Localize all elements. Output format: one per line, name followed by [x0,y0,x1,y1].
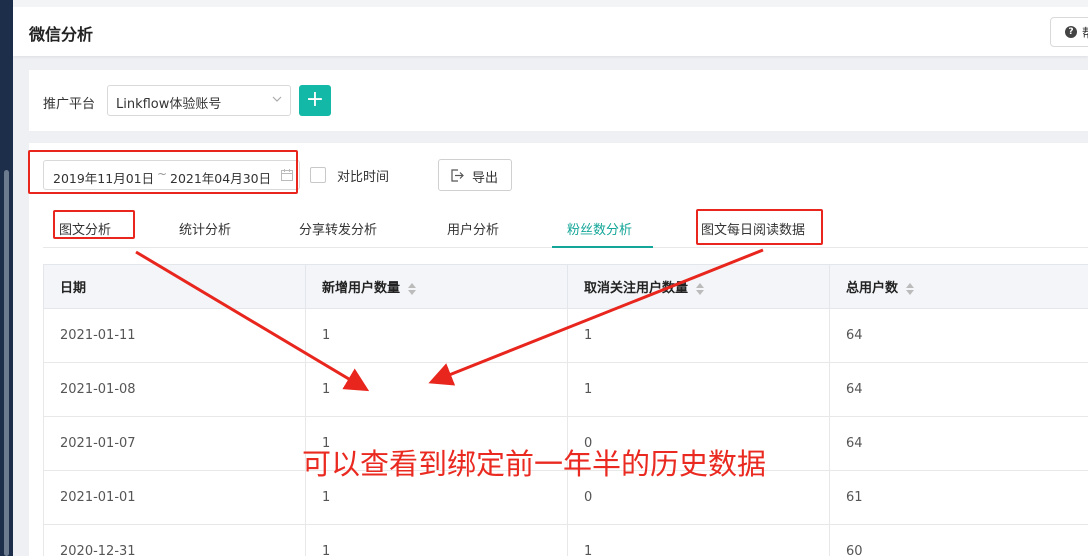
tab-statistics-analysis[interactable]: 统计分析 [179,219,231,238]
table-row: 2021-01-08 1 1 64 [43,362,1088,417]
question-icon: ? [1065,26,1077,38]
table-row: 2021-01-11 1 1 64 [43,308,1088,363]
platform-label: 推广平台 [43,97,96,112]
cell-date: 2020-12-31 [43,524,306,556]
sort-icon[interactable] [408,282,417,295]
fans-data-table: 日期 新增用户数量 取消关注用户数量 总用户数 2021-01-11 1 1 64 2… [43,264,1088,556]
cell-new-users: 1 [305,362,568,417]
annotation-text: 可以查看到绑定前一年半的历史数据 [302,447,767,481]
page-title: 微信分析 [29,25,94,44]
help-label: 帮 [1082,24,1088,41]
cell-date: 2021-01-08 [43,362,306,417]
tab-fans-analysis[interactable]: 粉丝数分析 [567,219,632,238]
table-header-row: 日期 新增用户数量 取消关注用户数量 总用户数 [43,264,1088,309]
cell-total-users: 64 [829,416,1088,471]
cell-total-users: 60 [829,524,1088,556]
highlight-daily-read-tab [696,209,823,245]
platform-select[interactable]: Linkflow体验账号 [107,85,291,116]
cell-total-users: 64 [829,362,1088,417]
export-button[interactable]: 导出 [438,159,512,191]
column-header-total-users[interactable]: 总用户数 [829,264,1088,309]
filter-card: 推广平台 Linkflow体验账号 + [29,70,1088,131]
chevron-down-icon [272,96,282,102]
left-sidebar [0,0,13,556]
export-icon [451,169,464,182]
column-header-new-users[interactable]: 新增用户数量 [305,264,568,309]
column-header-date: 日期 [43,264,306,309]
platform-select-value: Linkflow体验账号 [116,97,222,112]
table-row: 2020-12-31 1 1 60 [43,524,1088,556]
active-tab-indicator [552,246,653,248]
export-label: 导出 [472,171,499,186]
page-header: 微信分析 ? 帮 [13,0,1088,56]
highlight-article-tab [53,210,135,239]
cell-unfollow-users: 1 [567,524,830,556]
cell-date: 2021-01-07 [43,416,306,471]
tab-user-analysis[interactable]: 用户分析 [447,219,499,238]
analysis-tabs: 图文分析 统计分析 分享转发分析 用户分析 粉丝数分析 图文每日阅读数据 [43,206,1088,248]
add-platform-button[interactable]: + [299,85,331,116]
cell-new-users: 1 [305,524,568,556]
help-button[interactable]: ? 帮 [1050,17,1088,47]
sidebar-scrollbar[interactable] [4,170,9,556]
cell-unfollow-users: 1 [567,308,830,363]
cell-new-users: 1 [305,308,568,363]
column-header-unfollow-users[interactable]: 取消关注用户数量 [567,264,830,309]
compare-label: 对比时间 [337,170,390,185]
cell-unfollow-users: 1 [567,362,830,417]
cell-total-users: 61 [829,470,1088,525]
highlight-date-range [28,150,298,194]
cell-date: 2021-01-01 [43,470,306,525]
cell-total-users: 64 [829,308,1088,363]
sort-icon[interactable] [906,282,915,295]
tab-share-analysis[interactable]: 分享转发分析 [299,219,377,238]
sort-icon[interactable] [696,282,705,295]
compare-checkbox[interactable] [310,167,326,183]
cell-date: 2021-01-11 [43,308,306,363]
